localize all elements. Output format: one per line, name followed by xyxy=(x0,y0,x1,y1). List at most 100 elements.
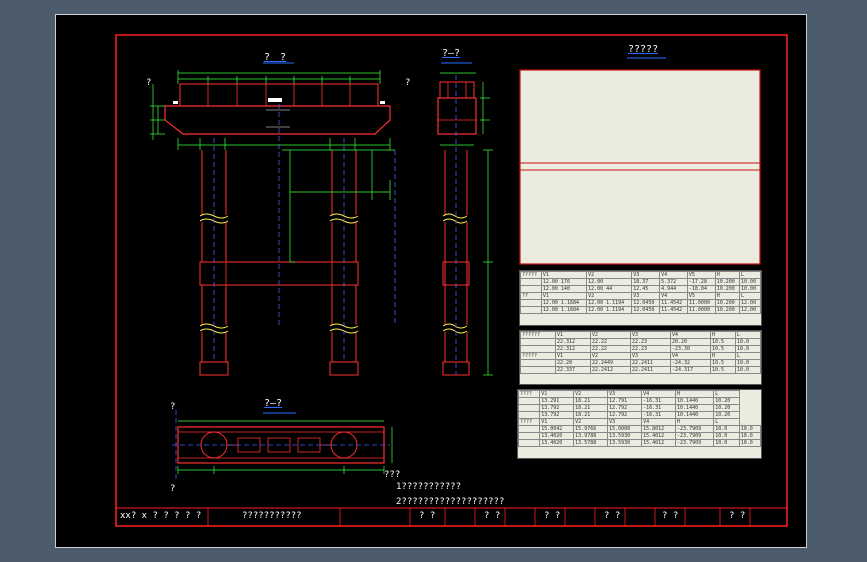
table-cell: 10.5 xyxy=(709,345,736,353)
table-cell: 12.792 xyxy=(607,411,643,419)
table-row: 22.312 22.22 22.23 -23.30 10.5 10.0 xyxy=(520,345,762,353)
table-cell: 13.5788 xyxy=(573,439,609,447)
table-1: ????? V1 V2 V3 V4 V5 H L 12.00 176 12.00 18.37 5.37… xyxy=(519,270,762,326)
table-cell: 22.2411 xyxy=(629,359,671,367)
plan-view xyxy=(172,410,393,480)
table-cell: 10.200 xyxy=(714,299,741,307)
table-cell: V1 xyxy=(554,331,591,339)
table-cell: V1 xyxy=(539,390,575,398)
table-cell: 10.0 xyxy=(734,366,762,374)
table-cell: 22.2412 xyxy=(589,366,631,374)
table-cell: 12.00 176 xyxy=(540,278,588,286)
table-cell: V2 xyxy=(589,331,631,339)
table-cell: ?? xyxy=(520,292,542,300)
title-block-drawing-name: ??????????? xyxy=(242,511,302,521)
table-cell: V2 xyxy=(586,292,633,300)
table-row: 22.312 22.22 22.23 20.20 10.5 10.0 xyxy=(520,338,762,346)
table-cell: 22.22 xyxy=(589,338,631,346)
table-cell: 18.21 xyxy=(573,397,609,405)
table-cell: 22.22 xyxy=(589,345,631,353)
table-cell: 15.0008 xyxy=(607,425,643,433)
table-cell: L xyxy=(734,331,762,339)
table-row: 13.792 18.21 12.792 -16.31 10.1440 10.20 xyxy=(517,404,761,412)
table-cell: 15.9766 xyxy=(573,425,609,433)
table-cell xyxy=(520,299,542,307)
table-cell: L xyxy=(713,418,740,426)
table-cell: 13.792 xyxy=(539,404,575,412)
table-cell: V3 xyxy=(631,271,661,279)
table-cell: 4.944 xyxy=(659,285,688,293)
table-cell: H xyxy=(714,292,741,300)
table-cell: V1 xyxy=(540,271,588,279)
table-row: ?????? V1 V2 V3 V4 H L xyxy=(520,331,762,339)
title-block-sheet: ? ? xyxy=(729,511,746,521)
table-cell: ????? xyxy=(520,271,542,279)
table-cell: V2 xyxy=(586,271,633,279)
table-cell: 22.312 xyxy=(554,338,591,346)
table-cell: 10.00 xyxy=(739,278,761,286)
plan-mark-bottom: ? xyxy=(170,484,176,494)
table-cell: 10.200 xyxy=(714,306,741,314)
table-cell: -23.30 xyxy=(669,345,711,353)
table-row: 12.00 140 12.00 44 12.45 4.944 -18.04 10.200 1… xyxy=(520,285,761,293)
side-view-title: ?—? xyxy=(442,48,461,59)
note-line-2: 2??????????????????? xyxy=(396,497,505,507)
table-cell: V5 xyxy=(686,271,716,279)
table-cell: V1 xyxy=(540,292,588,300)
table-cell: ?????? xyxy=(520,331,556,339)
table-cell xyxy=(520,285,542,293)
table-cell: 22.23 xyxy=(629,345,671,353)
table-cell: 13.5930 xyxy=(607,439,643,447)
table-3: ???? V1 V2 V3 V4 H L 13.291 18.21 12.791 -16.31 10.… xyxy=(517,389,762,459)
table-cell: 22.23 xyxy=(629,338,671,346)
table-cell: -16.31 xyxy=(641,404,677,412)
table-cell: 10.5 xyxy=(709,359,736,367)
table-cell: 5.372 xyxy=(659,278,688,286)
table-cell: 22.28 xyxy=(554,359,591,367)
table-cell: 18.21 xyxy=(573,404,609,412)
table-cell: 18.37 xyxy=(631,278,661,286)
table-cell: 12.00 44 xyxy=(586,285,633,293)
title-block-designer: ? ? xyxy=(419,511,436,521)
table-cell: 12.0450 xyxy=(631,306,661,314)
table-row: 12.00 1.1684 12.00 1.1194 12.0450 11.4542 11… xyxy=(520,299,761,307)
table-cell: 15.8012 xyxy=(641,425,677,433)
table-cell: -17.28 xyxy=(686,278,716,286)
table-cell: L xyxy=(734,352,762,360)
table-cell: 12.00 xyxy=(586,278,633,286)
table-cell xyxy=(520,338,556,346)
table-cell: V4 xyxy=(659,271,688,279)
table-cell: 10.200 xyxy=(714,285,741,293)
table-cell: 13.792 xyxy=(539,411,575,419)
side-elevation xyxy=(437,62,493,376)
title-block-checker: ? ? xyxy=(484,511,501,521)
table-cell: 11.4542 xyxy=(659,306,688,314)
table-cell: 13.4020 xyxy=(539,432,575,440)
front-view-title: ? ? xyxy=(264,52,287,63)
table-cell xyxy=(517,425,541,433)
table-cell: 20.20 xyxy=(669,338,711,346)
table-cell: 22.2449 xyxy=(589,359,631,367)
table-cell: 22.337 xyxy=(554,366,591,374)
table-cell: 10.20 xyxy=(713,411,740,419)
table-cell xyxy=(517,397,541,405)
table-cell: 10.00 xyxy=(739,285,761,293)
table-cell: 12.00 xyxy=(739,306,761,314)
table-cell: 11.0000 xyxy=(686,299,716,307)
table-cell xyxy=(520,366,556,374)
table-cell: 12.00 140 xyxy=(540,285,588,293)
table-cell: 10.5 xyxy=(709,366,736,374)
table-cell: 10.200 xyxy=(714,278,741,286)
cad-canvas[interactable]: ? ? ?—? ?—? ????? ? ? ? ? ??? 1?????????… xyxy=(0,0,867,562)
title-block-date: ? ? xyxy=(662,511,679,521)
table-cell: 10.0 xyxy=(713,439,740,447)
notes-title: ????? xyxy=(628,44,659,55)
table-cell: V2 xyxy=(573,390,609,398)
table-cell xyxy=(517,439,541,447)
table-cell: 22.2411 xyxy=(629,366,671,374)
table-cell: H xyxy=(709,352,736,360)
table-cell: 10.1440 xyxy=(675,404,715,412)
table-cell: 13.9788 xyxy=(573,432,609,440)
table-cell: L xyxy=(739,292,761,300)
table-cell: V1 xyxy=(554,352,591,360)
